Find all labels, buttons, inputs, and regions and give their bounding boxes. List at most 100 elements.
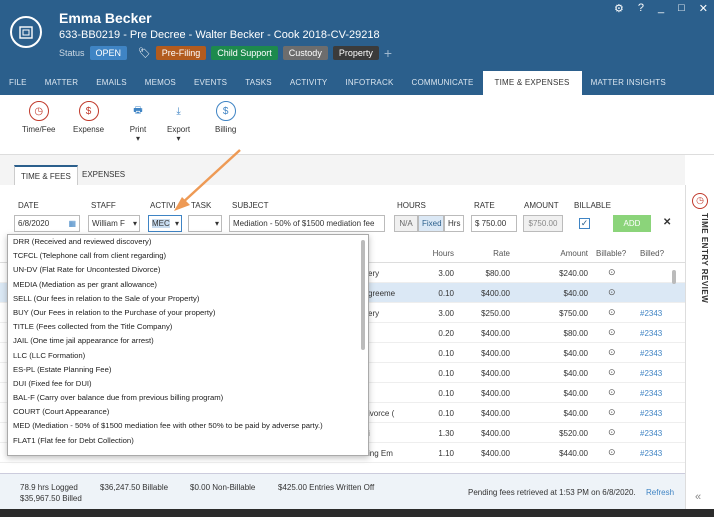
collapse-icon[interactable]: « — [695, 491, 701, 503]
row-hours: 1.10 — [438, 449, 454, 458]
hours-mode-na[interactable]: N/A — [394, 215, 418, 232]
row-billed-link[interactable]: #2343 — [640, 449, 662, 458]
folder-icon — [10, 16, 42, 48]
row-rate: $250.00 — [481, 309, 510, 318]
row-subject: ery — [368, 269, 380, 278]
status-label: Status — [59, 48, 85, 58]
close-form-button[interactable]: ✕ — [663, 217, 671, 228]
dropdown-scrollbar[interactable] — [361, 240, 365, 350]
calendar-icon[interactable]: ▦ — [68, 216, 76, 231]
dropdown-option[interactable]: TCFCL (Telephone call from client regard… — [8, 249, 368, 263]
billable-check-icon[interactable]: ⊙ — [608, 347, 616, 358]
tab-time-expenses[interactable]: TIME & EXPENSES — [482, 71, 582, 95]
dropdown-option[interactable]: JAIL (One time jail appearance for arres… — [8, 334, 368, 348]
clock-icon[interactable]: ◷ — [692, 193, 708, 209]
billing-button[interactable]: $ Billing — [215, 101, 236, 134]
row-hours: 0.10 — [438, 349, 454, 358]
tag-pre-filing[interactable]: Pre-Filing — [155, 46, 207, 60]
close-icon[interactable]: ✕ — [699, 2, 708, 15]
gear-icon[interactable]: ⚙ — [614, 2, 624, 15]
dropdown-option[interactable]: DRR (Received and reviewed discovery) — [8, 235, 368, 249]
status-row: Status OPEN 🏷 Pre-Filing Child Support C… — [59, 45, 392, 61]
refresh-link[interactable]: Refresh — [646, 488, 674, 497]
col-hours[interactable]: Hours — [410, 249, 454, 258]
entry-form: DATE STAFF ACTIVI... TASK SUBJECT HOURS … — [0, 185, 685, 240]
tab-memos[interactable]: MEMOS — [136, 71, 185, 95]
tab-matter-insights[interactable]: MATTER INSIGHTS — [582, 71, 675, 95]
dropdown-option[interactable]: COURT (Court Appearance) — [8, 405, 368, 419]
time-fee-label: Time/Fee — [22, 125, 56, 134]
print-button[interactable]: 🖶 Print ▾ — [128, 101, 148, 144]
dropdown-option[interactable]: BUY (Our Fees in relation to the Purchas… — [8, 306, 368, 320]
add-button[interactable]: ADD — [613, 215, 651, 232]
dropdown-option[interactable]: ES-PL (Estate Planning Fee) — [8, 363, 368, 377]
dropdown-option[interactable]: FLAT1 (Flat fee for Debt Collection) — [8, 434, 368, 448]
row-billed-link[interactable]: #2343 — [640, 349, 662, 358]
print-label: Print — [129, 125, 147, 134]
col-amount[interactable]: Amount — [540, 249, 588, 258]
tab-communicate[interactable]: COMMUNICATE — [402, 71, 482, 95]
billable-check-icon[interactable]: ⊙ — [608, 427, 616, 438]
hours-mode-hrs[interactable]: Hrs — [444, 215, 464, 232]
dropdown-option[interactable]: SELL (Our fees in relation to the Sale o… — [8, 292, 368, 306]
status-badge[interactable]: OPEN — [89, 46, 128, 60]
col-billed[interactable]: Billed? — [640, 249, 664, 258]
export-button[interactable]: ⤓ Export ▾ — [167, 101, 190, 144]
billable-check-icon[interactable]: ⊙ — [608, 387, 616, 398]
tab-events[interactable]: EVENTS — [185, 71, 236, 95]
tab-tasks[interactable]: TASKS — [236, 71, 281, 95]
row-billed-link[interactable]: #2343 — [640, 389, 662, 398]
expense-button[interactable]: $ Expense — [73, 101, 104, 134]
dropdown-option[interactable]: LLC (LLC Formation) — [8, 349, 368, 363]
tag-child-support[interactable]: Child Support — [211, 46, 278, 60]
tab-infotrack[interactable]: INFOTRACK — [336, 71, 402, 95]
grid-scrollbar[interactable] — [672, 270, 676, 284]
dropdown-option[interactable]: MEDIA (Mediation as per grant allowance) — [8, 278, 368, 292]
row-billed-link[interactable]: #2343 — [640, 429, 662, 438]
row-billed-link[interactable]: #2343 — [640, 309, 662, 318]
add-tag-button[interactable]: + — [384, 45, 392, 61]
billable-check-icon[interactable]: ⊙ — [608, 287, 616, 298]
billable-check-icon[interactable]: ⊙ — [608, 367, 616, 378]
dropdown-option[interactable]: TITLE (Fees collected from the Title Com… — [8, 320, 368, 334]
staff-select[interactable]: William F ▾ — [88, 215, 140, 232]
time-fee-button[interactable]: ◷ Time/Fee — [22, 101, 56, 134]
maximize-icon[interactable]: □ — [678, 2, 685, 15]
hours-label: HOURS — [397, 201, 426, 210]
billable-check-icon[interactable]: ⊙ — [608, 267, 616, 278]
minimize-icon[interactable]: _ — [658, 2, 664, 15]
dropdown-option[interactable]: BAL-F (Carry over balance due from previ… — [8, 391, 368, 405]
tab-file[interactable]: FILE — [0, 71, 36, 95]
billable-check-icon[interactable]: ⊙ — [608, 327, 616, 338]
dropdown-option[interactable]: DUI (Fixed fee for DUI) — [8, 377, 368, 391]
billable-checkbox[interactable]: ✓ — [579, 218, 590, 229]
tag-custody[interactable]: Custody — [282, 46, 328, 60]
clock-icon: ◷ — [28, 101, 49, 121]
subtab-time-fees[interactable]: TIME & FEES — [14, 165, 78, 185]
subtab-expenses[interactable]: EXPENSES — [76, 165, 131, 185]
row-subject: greeme — [368, 289, 396, 298]
row-billed-link[interactable]: #2343 — [640, 409, 662, 418]
dropdown-option[interactable]: UN-DV (Flat Rate for Uncontested Divorce… — [8, 263, 368, 277]
date-input[interactable]: 6/8/2020 ▦ — [14, 215, 80, 232]
dropdown-option[interactable]: MED (Mediation - 50% of $1500 mediation … — [8, 419, 368, 433]
row-rate: $400.00 — [481, 349, 510, 358]
billable-check-icon[interactable]: ⊙ — [608, 307, 616, 318]
billable-check-icon[interactable]: ⊙ — [608, 407, 616, 418]
tag-property[interactable]: Property — [332, 46, 379, 60]
hours-mode-fixed[interactable]: Fixed — [418, 215, 444, 232]
row-amount: $80.00 — [563, 329, 588, 338]
row-hours: 0.10 — [438, 369, 454, 378]
col-billable[interactable]: Billable? — [596, 249, 626, 258]
subject-input[interactable]: Mediation - 50% of $1500 mediation fee — [229, 215, 385, 232]
rate-input[interactable]: $ 750.00 — [471, 215, 517, 232]
tab-activity[interactable]: ACTIVITY — [281, 71, 337, 95]
billable-check-icon[interactable]: ⊙ — [608, 447, 616, 458]
col-rate[interactable]: Rate — [470, 249, 510, 258]
matter-header: Emma Becker 633-BB0219 - Pre Decree - Wa… — [0, 0, 714, 95]
tab-emails[interactable]: EMAILS — [87, 71, 136, 95]
tab-matter[interactable]: MATTER — [36, 71, 88, 95]
help-icon[interactable]: ? — [638, 2, 644, 15]
row-billed-link[interactable]: #2343 — [640, 329, 662, 338]
row-billed-link[interactable]: #2343 — [640, 369, 662, 378]
